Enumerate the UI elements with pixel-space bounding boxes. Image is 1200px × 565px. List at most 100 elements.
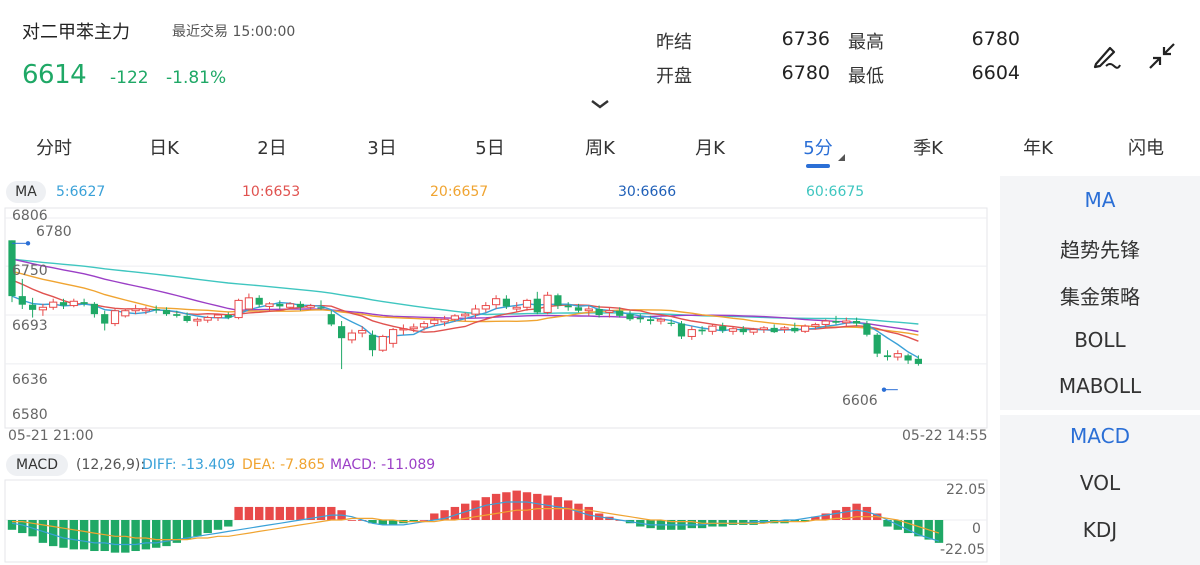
tab-fenshi[interactable]: 分时 [36, 134, 72, 160]
macd-bar [213, 520, 223, 530]
candle-body [616, 310, 624, 316]
chevron-down-icon[interactable] [588, 96, 612, 110]
macd-legend: MACD (12,26,9): DIFF: -13.409 DEA: -7.86… [0, 452, 1000, 478]
candle-body [883, 355, 892, 358]
candle-body [213, 314, 223, 319]
tab-week-k[interactable]: 周K [585, 134, 615, 160]
macd-bar [275, 506, 284, 520]
candle [389, 327, 398, 348]
candle-body [296, 303, 304, 308]
candle [49, 298, 58, 310]
candle [101, 310, 109, 331]
candle-body [419, 323, 429, 328]
candle [338, 321, 346, 370]
macd-bar [584, 506, 593, 520]
macd-bar [244, 506, 254, 520]
candle-body [605, 310, 614, 313]
candle [759, 326, 768, 334]
macd-bar [255, 506, 264, 520]
tab-dropdown-icon[interactable] [838, 154, 845, 161]
candle [492, 295, 501, 309]
candle-body [90, 303, 98, 315]
collapse-icon[interactable] [1144, 38, 1180, 74]
macd-diff-line [11, 501, 940, 546]
candle-body [522, 299, 532, 308]
candle-body [141, 308, 151, 312]
macd-bar [131, 520, 140, 552]
macd-bar [512, 490, 521, 520]
macd-chart[interactable] [0, 478, 1000, 564]
indicator-macd[interactable]: MACD [1000, 424, 1200, 448]
indicator-ma[interactable]: MA [1000, 188, 1200, 212]
macd-macd-value: MACD: -11.089 [330, 457, 436, 473]
candle-body [863, 323, 871, 335]
candle-body [719, 326, 727, 331]
y-tick-6580: 6580 [12, 407, 48, 423]
candle [419, 321, 429, 331]
candle-body [59, 302, 68, 306]
candle-body [492, 298, 501, 306]
tab-3day[interactable]: 3日 [367, 134, 396, 160]
price-change-pct: -1.81% [166, 68, 227, 88]
candle [708, 324, 717, 335]
candle [564, 302, 572, 311]
macd-selector[interactable]: MACD [6, 454, 68, 476]
indicator-gold-strategy[interactable]: 集金策略 [1000, 281, 1200, 310]
candle-body [306, 305, 315, 308]
candle-body [430, 319, 439, 325]
stat-value-open: 6780 [781, 62, 830, 84]
indicator-maboll[interactable]: MABOLL [1000, 374, 1200, 398]
active-tab-underline [806, 164, 830, 168]
candle [121, 308, 130, 318]
candle [69, 298, 78, 308]
macd-bar [502, 492, 511, 520]
candle [193, 317, 202, 327]
candle-body [564, 305, 572, 308]
indicator-trend-pioneer[interactable]: 趋势先锋 [1000, 234, 1200, 263]
stat-label-prev-settle: 昨结 [656, 32, 692, 53]
macd-bar [533, 493, 542, 520]
tab-season-k[interactable]: 季K [913, 134, 943, 160]
macd-bar [543, 495, 552, 520]
candle [38, 303, 47, 316]
ma5-value: 5:6627 [56, 184, 106, 200]
candle-body [853, 321, 861, 324]
candle-body [471, 308, 480, 315]
macd-params: (12,26,9): [76, 457, 146, 473]
indicator-vol[interactable]: VOL [1000, 471, 1200, 495]
macd-bar [296, 506, 305, 520]
tab-month-k[interactable]: 月K [695, 134, 725, 160]
tab-flash[interactable]: 闪电 [1128, 134, 1164, 160]
candle-body [234, 299, 243, 319]
tab-2day[interactable]: 2日 [257, 134, 286, 160]
candle-body [698, 329, 706, 332]
candle-body [543, 294, 552, 313]
tab-5min[interactable]: 5分 [803, 134, 832, 160]
ma20-value: 20:6657 [430, 184, 489, 200]
candle [80, 298, 88, 307]
candle-body [770, 327, 778, 333]
tab-day-k[interactable]: 日K [149, 134, 179, 160]
macd-bar [203, 520, 212, 534]
candle [244, 293, 254, 311]
candle [687, 326, 696, 340]
pen-icon[interactable] [1088, 38, 1124, 74]
x-label-start: 05-21 21:00 [8, 428, 94, 444]
candle-body [265, 303, 274, 307]
last-trade-time: 最近交易 15:00:00 [172, 24, 296, 40]
tab-year-k[interactable]: 年K [1023, 134, 1053, 160]
indicator-boll[interactable]: BOLL [1000, 328, 1200, 352]
indicator-kdj[interactable]: KDJ [1000, 518, 1200, 542]
ma20-line [11, 270, 919, 336]
candle [719, 322, 727, 334]
macd-bar [234, 506, 243, 520]
y-tick-6693: 6693 [12, 318, 48, 334]
candle-body [677, 323, 686, 337]
macd-bar [491, 493, 501, 520]
macd-bar [79, 520, 89, 550]
candle [626, 310, 634, 322]
candle-body [801, 325, 810, 332]
tab-5day[interactable]: 5日 [475, 134, 504, 160]
macd-bar [152, 520, 161, 548]
candle [780, 326, 789, 334]
